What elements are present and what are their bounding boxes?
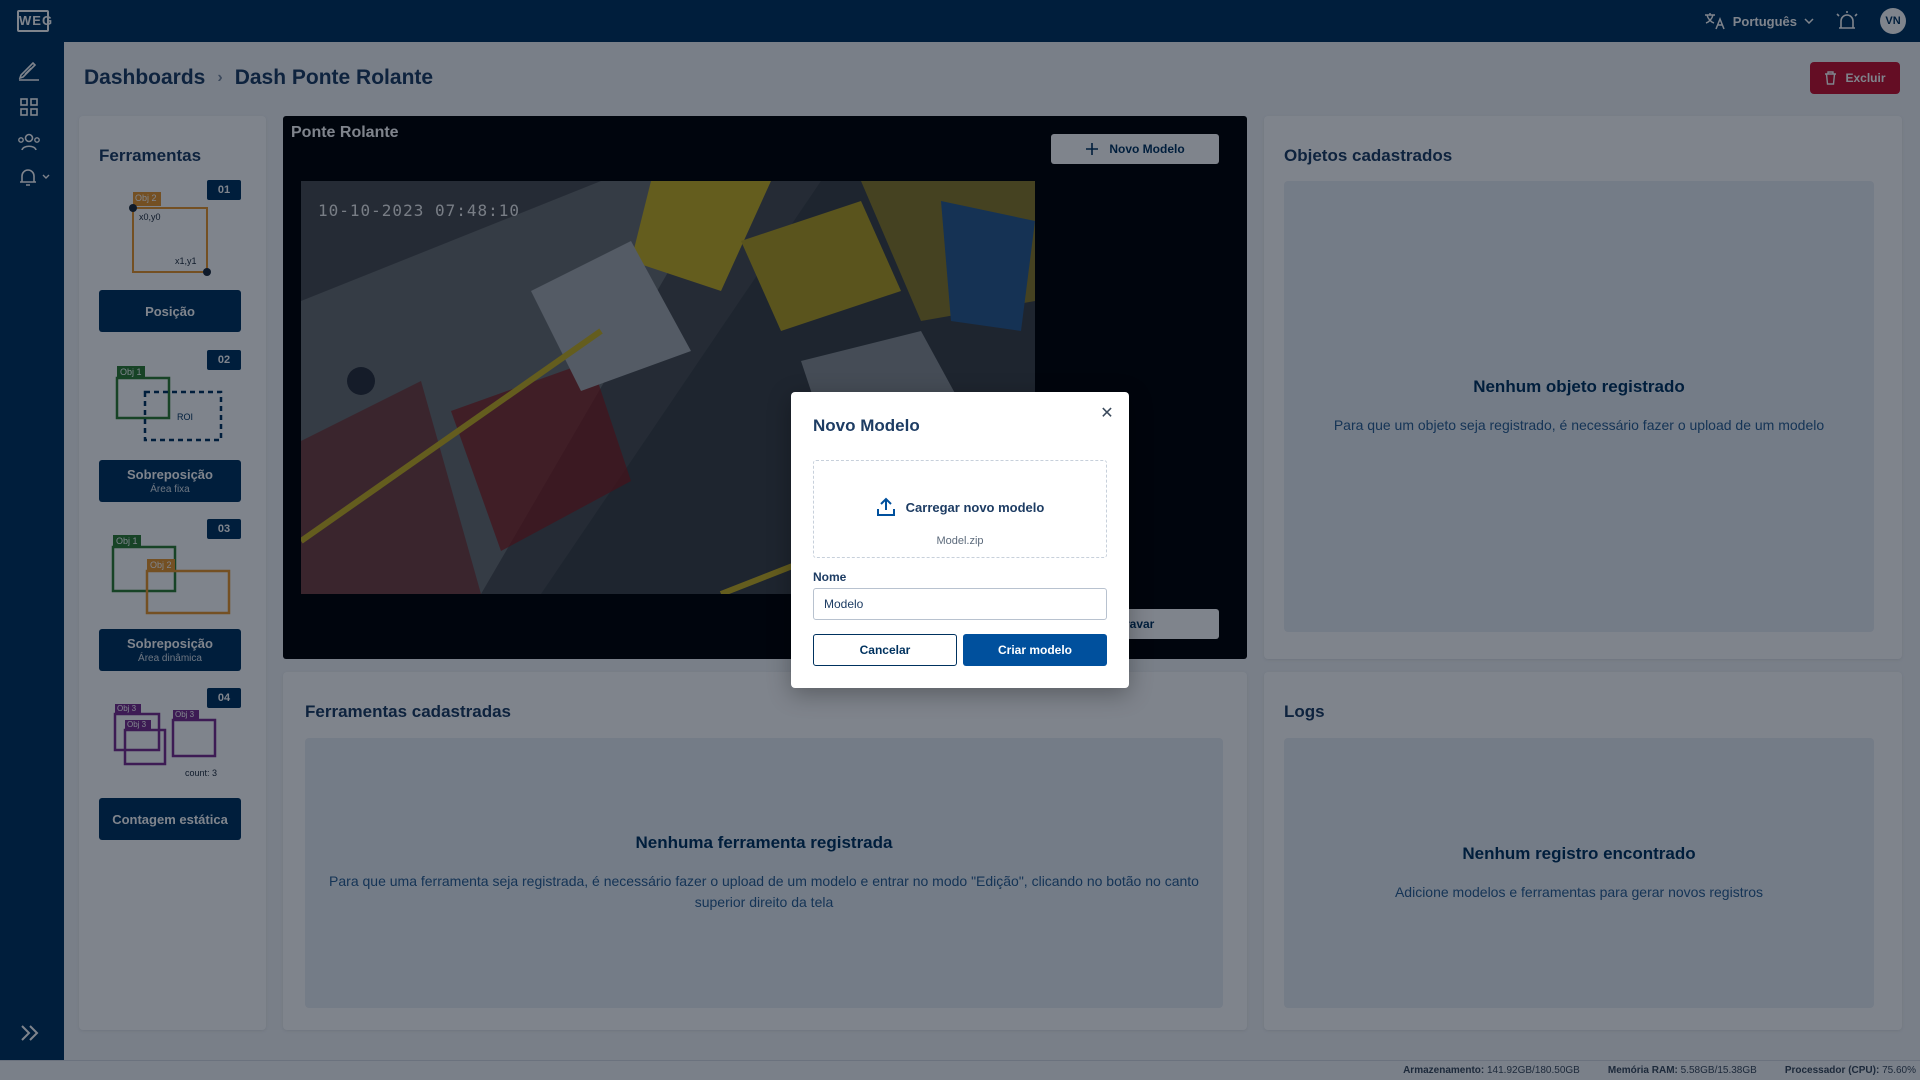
upload-label: Carregar novo modelo	[905, 499, 1045, 515]
upload-row: Carregar novo modelo	[814, 497, 1106, 517]
cancel-button[interactable]: Cancelar	[813, 634, 957, 666]
name-input[interactable]	[813, 588, 1107, 620]
dialog-title: Novo Modelo	[813, 416, 920, 435]
name-label: Nome	[813, 570, 847, 584]
upload-filename: Model.zip	[936, 535, 984, 547]
close-icon[interactable]: ✕	[1099, 406, 1115, 422]
new-model-dialog: Novo Modelo ✕ Carregar novo modelo Model…	[791, 392, 1129, 688]
create-model-button[interactable]: Criar modelo	[963, 634, 1107, 666]
upload-icon	[876, 497, 895, 516]
upload-dropzone[interactable]: Carregar novo modelo Model.zip	[813, 460, 1107, 558]
